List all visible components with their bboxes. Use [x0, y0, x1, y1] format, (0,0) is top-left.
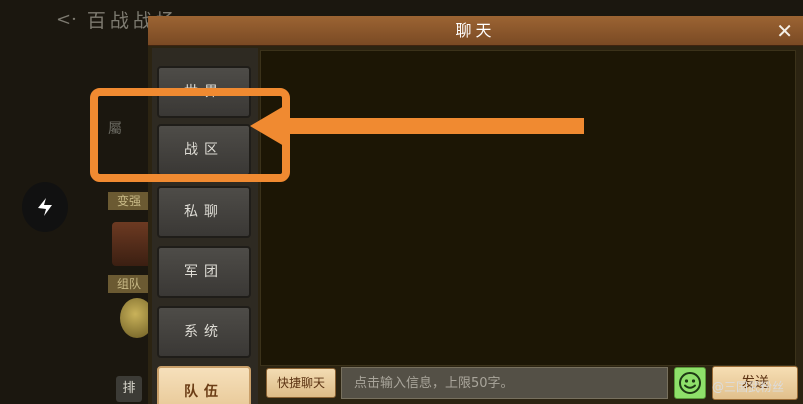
- tab-world[interactable]: 世界: [157, 66, 251, 118]
- chat-message-area[interactable]: [260, 50, 796, 366]
- tab-team[interactable]: 队伍: [157, 366, 251, 404]
- share-icon[interactable]: [22, 182, 68, 232]
- background-tag-team[interactable]: 组队: [108, 275, 150, 293]
- smiley-glyph: [679, 372, 701, 394]
- chat-dialog: 聊天 ✕ 世界 战区 私聊 军团 系统 队伍 快捷聊天 发送: [148, 16, 803, 404]
- smiley-icon[interactable]: [674, 367, 706, 399]
- rank-button[interactable]: 排: [116, 376, 142, 402]
- watermark-text: @三国武粉丝: [712, 380, 785, 394]
- tab-system[interactable]: 系统: [157, 306, 251, 358]
- share-glyph: [38, 198, 52, 216]
- close-icon[interactable]: ✕: [776, 16, 793, 46]
- dialog-header: 聊天 ✕: [148, 16, 803, 46]
- dialog-title: 聊天: [455, 21, 496, 40]
- tab-war-zone[interactable]: 战区: [157, 124, 251, 176]
- background-side-text: 屬: [108, 121, 122, 137]
- treasure-chest-icon[interactable]: [112, 222, 152, 266]
- channel-sidebar: 世界 战区 私聊 军团 系统 队伍: [152, 48, 258, 404]
- message-input[interactable]: [341, 367, 668, 399]
- background-tag-strengthen[interactable]: 变强: [108, 192, 150, 210]
- tab-private-chat[interactable]: 私聊: [157, 186, 251, 238]
- quick-chat-button[interactable]: 快捷聊天: [266, 368, 336, 398]
- tab-legion[interactable]: 军团: [157, 246, 251, 298]
- back-arrow-icon[interactable]: <·: [56, 9, 77, 30]
